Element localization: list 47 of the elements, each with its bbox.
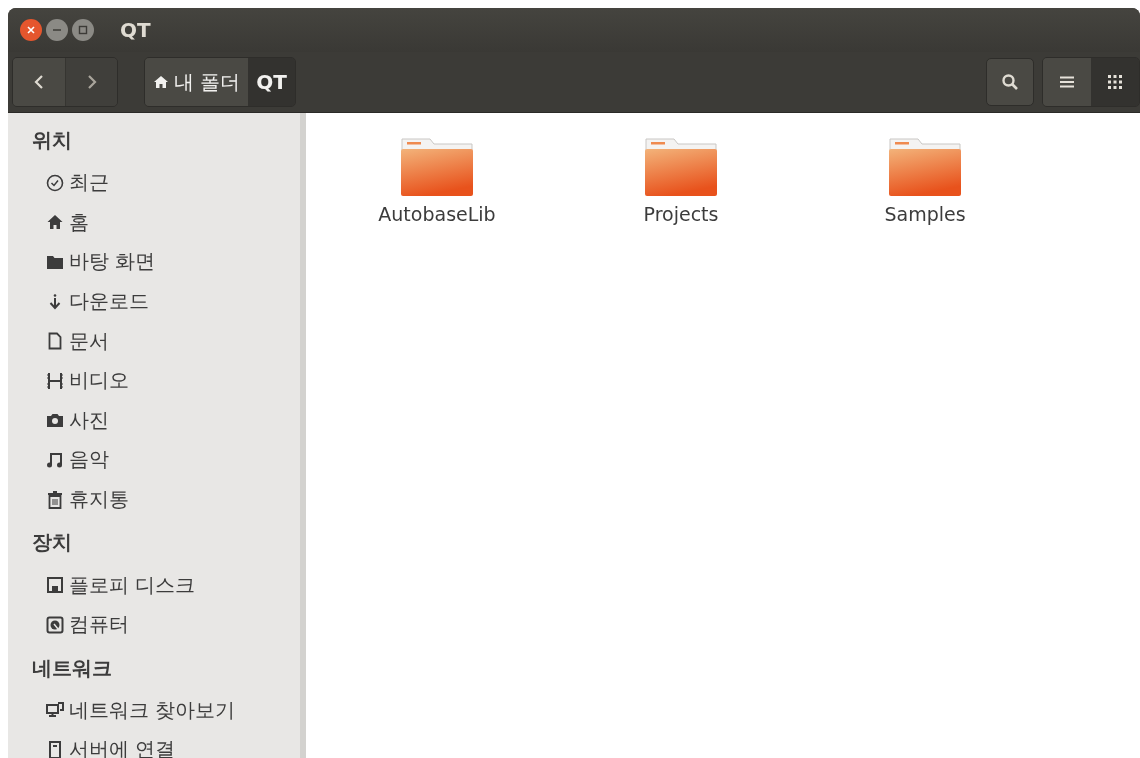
maximize-button[interactable] [72,19,94,41]
server-icon [46,740,64,758]
sidebar-item[interactable]: 문서 [69,327,109,355]
sidebar-item[interactable]: 비디오 [69,367,129,395]
section-heading: 장치 [32,529,73,557]
drive-icon [46,615,64,634]
folder-icon [46,253,64,271]
folder-icon[interactable] [400,137,474,197]
breadcrumb-button[interactable]: QT [248,58,295,106]
document-icon [46,332,64,351]
sidebar-item[interactable]: 최근 [69,169,109,197]
home-icon [153,75,169,89]
grid-view-button[interactable] [1091,58,1139,106]
sidebar-item[interactable]: 사진 [69,406,109,434]
close-button[interactable] [20,19,42,41]
scrollbar[interactable] [300,113,306,758]
film-icon [46,371,64,390]
breadcrumb-button[interactable]: 내 폴더 [145,58,249,106]
section-heading: 네트워크 [32,654,113,682]
list-view-button[interactable] [1043,58,1091,106]
sidebar-item[interactable]: 컴퓨터 [69,611,129,639]
folder-icon[interactable] [888,137,962,197]
sidebar-item[interactable]: 홈 [69,208,89,236]
search-icon [1001,73,1019,91]
sidebar-item[interactable]: 음악 [69,446,109,474]
grid-icon [1108,75,1122,89]
list-icon [1060,76,1074,88]
sidebar-item[interactable]: 플로피 디스크 [69,571,196,599]
search-button[interactable] [986,58,1034,106]
close-icon [26,25,36,35]
section-heading: 위치 [32,127,73,154]
maximize-icon [78,25,88,35]
camera-icon [46,411,64,430]
sidebar-item[interactable]: 네트워크 찾아보기 [69,696,236,724]
window-title: QT [120,18,151,42]
folder-name: AutobaseLib [378,203,496,225]
sidebar-item[interactable]: 바탕 화면 [69,248,156,276]
folder-name: Projects [643,203,719,225]
folder-name: Samples [884,203,966,225]
floppy-icon [46,576,64,595]
folder-icon[interactable] [644,137,718,197]
sidebar-item[interactable]: 다운로드 [69,288,149,316]
sidebar-item[interactable]: 휴지통 [69,486,129,514]
network-icon [46,701,64,720]
trash-icon [46,490,64,509]
home-icon [46,213,64,232]
music-icon [46,450,64,469]
